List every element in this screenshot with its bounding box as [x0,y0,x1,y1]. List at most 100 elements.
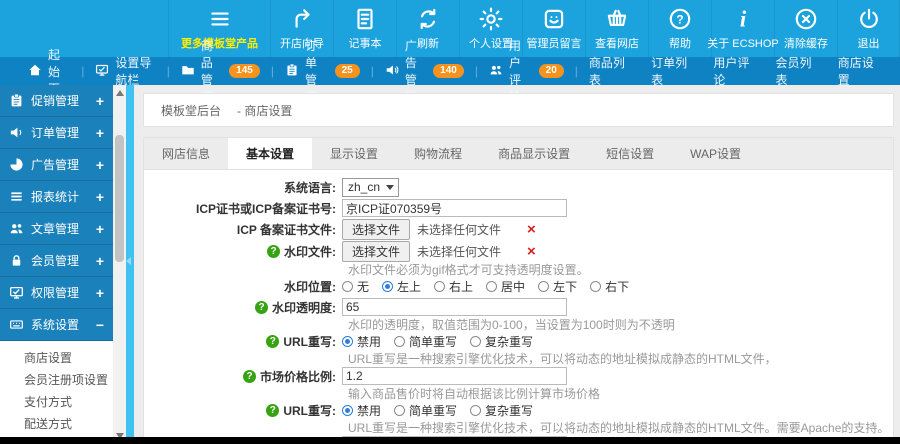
tab-wap-settings[interactable]: WAP设置 [672,138,759,169]
submenu-shop-settings[interactable]: 商店设置 [0,347,113,369]
sidebar-item-permissions[interactable]: 权限管理 + [0,277,113,309]
nav-separator: | [81,64,85,78]
help-icon: ? [667,6,693,32]
expand-plus-icon[interactable]: + [96,189,104,205]
radio-watermark-none[interactable]: 无 [342,278,369,295]
collapse-minus-icon[interactable]: − [96,317,104,333]
keyboard-icon [9,317,24,332]
field-label: ? URL重写: [144,333,342,350]
header-item-help[interactable]: ? 帮助 [648,0,711,57]
header-item-logout[interactable]: 退出 [837,0,900,57]
field-label: ICP 备案证书文件: [236,223,336,237]
tab-sms-settings[interactable]: 短信设置 [588,138,672,169]
expand-plus-icon[interactable]: + [96,125,104,141]
tab-shopping-flow[interactable]: 购物流程 [396,138,480,169]
radio-watermark-center[interactable]: 居中 [486,278,525,295]
radio-watermark-bottomleft[interactable]: 左下 [538,278,577,295]
tab-basic-settings[interactable]: 基本设置 [228,138,313,169]
nav-user-comment-list[interactable]: 用户评论 [713,54,749,88]
sidebar-item-members[interactable]: 会员管理 + [0,245,113,277]
header-item-about-ecshop[interactable]: i 关于 ECSHOP [707,0,779,57]
speaker-icon [9,125,24,140]
nav-member-list[interactable]: 会员列表 [776,54,812,88]
nav-shop-settings[interactable]: 商店设置 [838,54,874,88]
tab-shop-info[interactable]: 网店信息 [144,138,228,169]
tab-display-settings[interactable]: 显示设置 [312,138,396,169]
breadcrumb-current: - 商店设置 [237,103,293,118]
menu-icon [207,6,233,32]
speaker-icon [385,63,399,80]
sidebar-item-system-settings[interactable]: 系统设置 − [0,309,113,341]
radio-url1-disable[interactable]: 禁用 [342,333,381,350]
help-circle-icon[interactable]: ? [267,245,280,258]
nav-set-navbar[interactable]: 设置导航栏 [95,54,155,88]
market-price-ratio-input[interactable] [342,367,567,385]
nav-separator: | [370,64,374,78]
watermark-choose-file-button[interactable]: 选择文件 [342,241,411,262]
lock-icon [9,253,24,268]
collapse-arrow-icon[interactable] [126,257,131,265]
nav-separator: | [270,64,274,78]
users-icon [9,221,24,236]
sidebar-item-articles[interactable]: 文章管理 + [0,213,113,245]
orders-count-badge: 25 [334,64,360,78]
field-label: ICP证书或ICP备案证书号: [195,201,336,216]
radio-watermark-bottomright[interactable]: 右下 [590,278,629,295]
language-select[interactable]: zh_cn [342,177,400,197]
remove-file-icon[interactable]: × [527,222,536,237]
watermark-alpha-input[interactable] [342,298,567,316]
clipboard-icon [285,63,299,80]
remove-file-icon[interactable]: × [527,244,536,259]
list-icon [9,189,24,204]
nav-separator: | [474,64,478,78]
expand-plus-icon[interactable]: + [96,253,104,269]
submenu-shipping-methods[interactable]: 配送方式 [0,413,113,435]
expand-plus-icon[interactable]: + [96,285,104,301]
field-label: ? 水印文件: [144,243,342,260]
header-item-view-shop[interactable]: 查看网店 [585,0,648,57]
radio-url2-simple[interactable]: 简单重写 [394,402,457,419]
icp-number-input[interactable] [342,199,567,217]
sidebar-scrollbar[interactable] [113,85,126,444]
help-circle-icon[interactable]: ? [243,369,256,383]
submenu-payment-methods[interactable]: 支付方式 [0,391,113,413]
chevron-down-icon [386,184,395,190]
sidebar-accent-strip [126,85,134,444]
icp-choose-file-button[interactable]: 选择文件 [342,219,411,240]
field-help: 输入商品售价时将自动根据该比例计算市场价格 [348,387,601,401]
svg-text:?: ? [676,12,683,26]
submenu-member-register-fields[interactable]: 会员注册项设置 [0,369,113,391]
field-help: URL重写是一种搜索引擎优化技术，可以将动态的地址模拟成静态的HTML文件， [348,352,777,366]
sidebar-item-orders[interactable]: 订单管理 + [0,117,113,149]
folder-icon [181,63,195,80]
help-circle-icon[interactable]: ? [266,335,280,348]
nav-goods-list[interactable]: 商品列表 [589,54,625,88]
breadcrumb-root[interactable]: 模板堂后台 [161,102,221,119]
scroll-up-arrow-icon[interactable] [116,90,124,96]
help-circle-icon[interactable]: ? [255,300,268,314]
radio-url2-disable[interactable]: 禁用 [342,402,381,419]
tab-goods-display[interactable]: 商品显示设置 [480,138,588,169]
field-label: ? URL重写: [144,402,342,419]
expand-plus-icon[interactable]: + [96,157,104,173]
nav-separator: | [166,64,170,78]
svg-text:i: i [740,7,747,32]
radio-url1-complex[interactable]: 复杂重写 [470,333,533,350]
help-circle-icon[interactable]: ? [266,404,280,417]
header-item-clear-cache[interactable]: 清除缓存 [774,0,837,57]
radio-watermark-topleft[interactable]: 左上 [382,278,421,295]
nav-order-list[interactable]: 订单列表 [651,54,687,88]
sidebar-item-ads[interactable]: 广告管理 + [0,149,113,181]
expand-plus-icon[interactable]: + [96,93,104,109]
settings-tabbar: 网店信息 基本设置 显示设置 购物流程 商品显示设置 短信设置 WAP设置 [144,138,893,170]
radio-watermark-topright[interactable]: 右上 [434,278,473,295]
expand-plus-icon[interactable]: + [96,221,104,237]
radio-url1-simple[interactable]: 简单重写 [394,333,457,350]
field-help: 水印的透明度，取值范围为0-100，当设置为100时则为不透明 [348,318,675,332]
radio-url2-complex[interactable]: 复杂重写 [470,402,533,419]
sidebar-item-promotions[interactable]: 促销管理 + [0,85,113,117]
scrollbar-thumb[interactable] [115,135,124,262]
goods-count-badge: 145 [229,64,260,78]
sidebar-item-reports[interactable]: 报表统计 + [0,181,113,213]
icp-file-status: 未选择任何文件 [417,223,502,237]
